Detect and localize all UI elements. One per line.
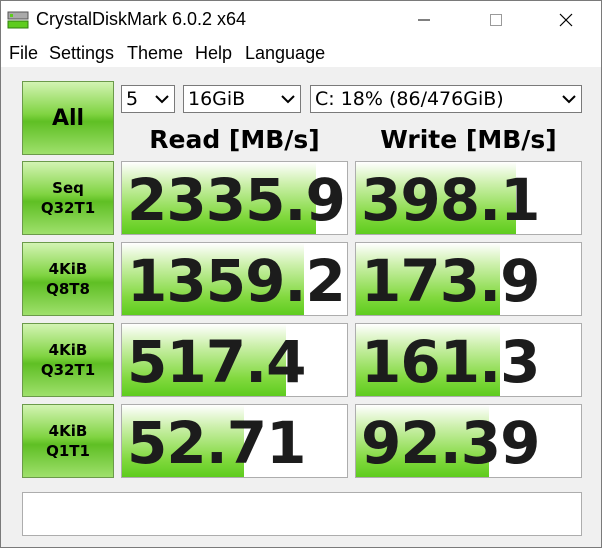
menu-theme[interactable]: Theme	[127, 43, 183, 64]
test-label-line1: Seq	[52, 179, 84, 197]
read-value: 52.71	[127, 409, 306, 477]
write-value: 398.1	[361, 166, 540, 234]
all-button-label: All	[51, 105, 85, 131]
test-button-4kib-q8t8[interactable]: 4KiB Q8T8	[22, 242, 114, 316]
write-result-4kib-q1t1: 92.39	[355, 404, 582, 478]
read-result-4kib-q32t1: 517.4	[121, 323, 348, 397]
menu-file[interactable]: File	[9, 43, 38, 64]
drive-value: C: 18% (86/476GiB)	[315, 88, 504, 110]
chevron-down-icon	[155, 95, 169, 104]
test-size-value: 16GiB	[188, 88, 246, 110]
menu-help[interactable]: Help	[195, 43, 232, 64]
minimize-button[interactable]	[401, 1, 447, 39]
read-result-seq-q32t1: 2335.9	[121, 161, 348, 235]
write-value: 92.39	[361, 409, 540, 477]
read-value: 2335.9	[127, 166, 346, 234]
test-label-line2: Q8T8	[46, 280, 90, 298]
close-button[interactable]	[543, 1, 589, 39]
menu-settings[interactable]: Settings	[49, 43, 114, 64]
test-count-value: 5	[126, 88, 139, 110]
test-label-line2: Q32T1	[40, 361, 96, 379]
comment-input[interactable]	[22, 492, 582, 536]
test-label-line1: 4KiB	[48, 341, 88, 359]
close-icon	[559, 13, 573, 27]
maximize-icon	[490, 14, 502, 26]
write-result-4kib-q8t8: 173.9	[355, 242, 582, 316]
menu-bar: File Settings Theme Help Language	[1, 39, 601, 67]
test-count-select[interactable]: 5	[121, 85, 175, 113]
chevron-down-icon	[281, 95, 295, 104]
read-result-4kib-q1t1: 52.71	[121, 404, 348, 478]
write-value: 173.9	[361, 247, 540, 315]
test-label-line2: Q1T1	[46, 442, 90, 460]
read-value: 1359.2	[127, 247, 346, 315]
menu-language[interactable]: Language	[245, 43, 325, 64]
test-label-line1: 4KiB	[48, 260, 88, 278]
test-label-line1: 4KiB	[48, 422, 88, 440]
read-header: Read [MB/s]	[149, 125, 320, 154]
write-result-4kib-q32t1: 161.3	[355, 323, 582, 397]
write-header: Write [MB/s]	[380, 125, 557, 154]
maximize-button[interactable]	[473, 1, 519, 39]
write-value: 161.3	[361, 328, 540, 396]
test-button-4kib-q1t1[interactable]: 4KiB Q1T1	[22, 404, 114, 478]
read-value: 517.4	[127, 328, 306, 396]
all-button[interactable]: All	[22, 81, 114, 155]
test-label-line2: Q32T1	[40, 199, 96, 217]
test-size-select[interactable]: 16GiB	[183, 85, 301, 113]
app-window: CrystalDiskMark 6.0.2 x64 File Settings …	[0, 0, 602, 548]
chevron-down-icon	[562, 95, 576, 104]
test-button-seq-q32t1[interactable]: Seq Q32T1	[22, 161, 114, 235]
test-button-4kib-q32t1[interactable]: 4KiB Q32T1	[22, 323, 114, 397]
window-title: CrystalDiskMark 6.0.2 x64	[36, 9, 247, 29]
write-result-seq-q32t1: 398.1	[355, 161, 582, 235]
read-result-4kib-q8t8: 1359.2	[121, 242, 348, 316]
title-bar: CrystalDiskMark 6.0.2 x64	[1, 1, 601, 39]
app-drive-icon	[7, 11, 29, 29]
drive-select[interactable]: C: 18% (86/476GiB)	[310, 85, 582, 113]
minimize-icon	[418, 19, 430, 21]
